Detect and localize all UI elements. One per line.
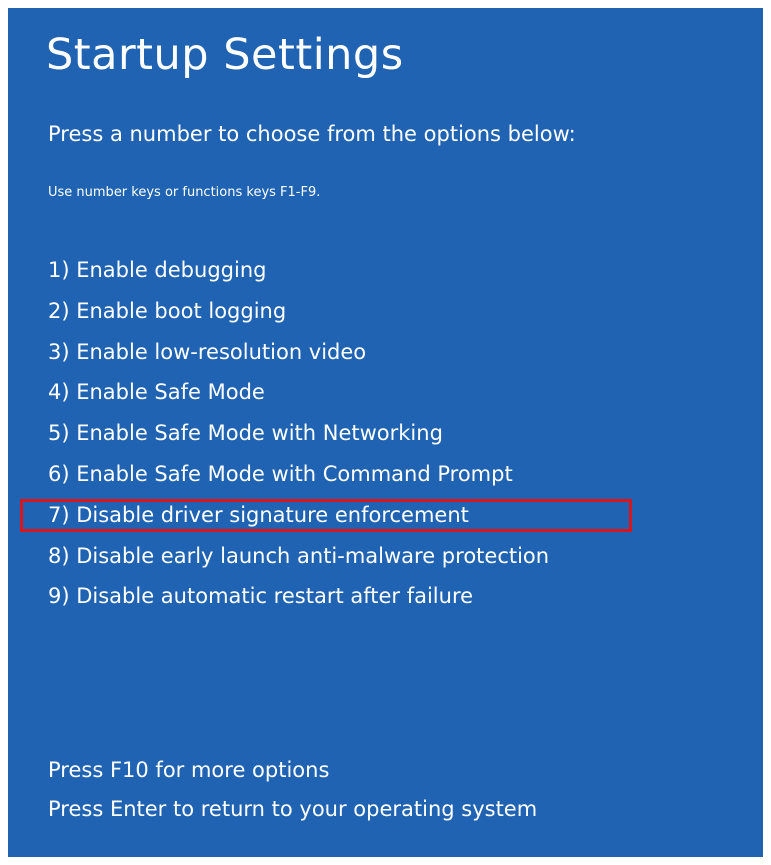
startup-options-list: 1) Enable debugging 2) Enable boot loggi… [48, 254, 549, 621]
option-enable-safe-mode-command-prompt[interactable]: 6) Enable Safe Mode with Command Prompt [48, 458, 549, 499]
option-enable-boot-logging[interactable]: 2) Enable boot logging [48, 295, 549, 336]
page-title: Startup Settings [46, 30, 404, 80]
startup-settings-screen: Startup Settings Press a number to choos… [8, 8, 763, 857]
option-disable-automatic-restart[interactable]: 9) Disable automatic restart after failu… [48, 580, 549, 621]
more-options-text[interactable]: Press F10 for more options [48, 758, 329, 782]
option-disable-driver-signature-enforcement[interactable]: 7) Disable driver signature enforcement [48, 499, 549, 540]
option-enable-safe-mode[interactable]: 4) Enable Safe Mode [48, 376, 549, 417]
option-enable-safe-mode-networking[interactable]: 5) Enable Safe Mode with Networking [48, 417, 549, 458]
option-disable-early-launch-anti-malware[interactable]: 8) Disable early launch anti-malware pro… [48, 540, 549, 581]
option-enable-low-resolution-video[interactable]: 3) Enable low-resolution video [48, 336, 549, 377]
instructions-text: Press a number to choose from the option… [48, 122, 576, 146]
return-to-os-text[interactable]: Press Enter to return to your operating … [48, 797, 537, 821]
option-enable-debugging[interactable]: 1) Enable debugging [48, 254, 549, 295]
key-hint-text: Use number keys or functions keys F1-F9. [48, 185, 321, 200]
